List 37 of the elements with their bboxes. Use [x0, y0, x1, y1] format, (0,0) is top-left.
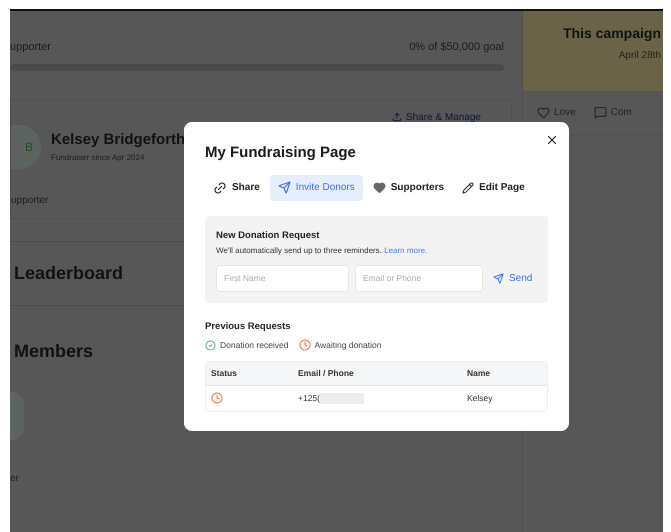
tab[interactable]: Invite Donors	[270, 174, 363, 200]
paper-plane-icon	[278, 181, 291, 194]
close-icon	[545, 133, 559, 147]
tab[interactable]: Edit Page	[454, 174, 533, 200]
share-manage-link[interactable]: Share & Manage	[392, 110, 481, 124]
members-heading: Members	[13, 340, 94, 362]
request-note: We'll automatically send up to three reminders. Learn more.	[216, 244, 428, 257]
legend-label: Awaiting donation	[314, 339, 382, 352]
campaign-date: April 28th	[618, 49, 661, 63]
heart-icon	[537, 106, 550, 119]
paper-plane-icon	[493, 272, 504, 284]
legend-label: Donation received	[220, 339, 289, 352]
tab[interactable]: Supporters	[364, 174, 452, 200]
fundraiser-since: Fundraiser since Apr 2024	[51, 152, 146, 164]
goal-progress-text: 0% of $50,000 goal	[409, 40, 504, 55]
supporter-count: upporter	[10, 40, 51, 55]
upload-icon	[392, 112, 402, 122]
column-header: Status	[211, 366, 238, 380]
fundraiser-name: Kelsey Bridgeforth	[51, 130, 186, 150]
name-cell: Kelsey	[467, 392, 493, 405]
modal-title: My Fundraising Page	[205, 143, 357, 163]
contact-cell: +125(	[298, 392, 320, 405]
pencil-icon	[462, 182, 474, 194]
first-name-field[interactable]: First Name	[216, 264, 349, 292]
comment-icon	[594, 106, 607, 119]
previous-heading: Previous Requests	[205, 320, 292, 334]
supporter-label: upporter	[11, 194, 48, 208]
column-header: Name	[467, 366, 490, 380]
leaderboard-heading: Leaderboard	[14, 262, 124, 284]
tab[interactable]: Share	[205, 174, 268, 200]
heart-icon	[372, 181, 386, 194]
request-heading: New Donation Request	[216, 228, 320, 242]
learn-more-link[interactable]: Learn more.	[384, 246, 428, 255]
column-header: Email / Phone	[298, 366, 355, 380]
contact-field[interactable]: Email or Phone	[355, 264, 483, 292]
campaign-title: This campaign	[562, 24, 661, 43]
send-button[interactable]: Send	[493, 270, 532, 286]
